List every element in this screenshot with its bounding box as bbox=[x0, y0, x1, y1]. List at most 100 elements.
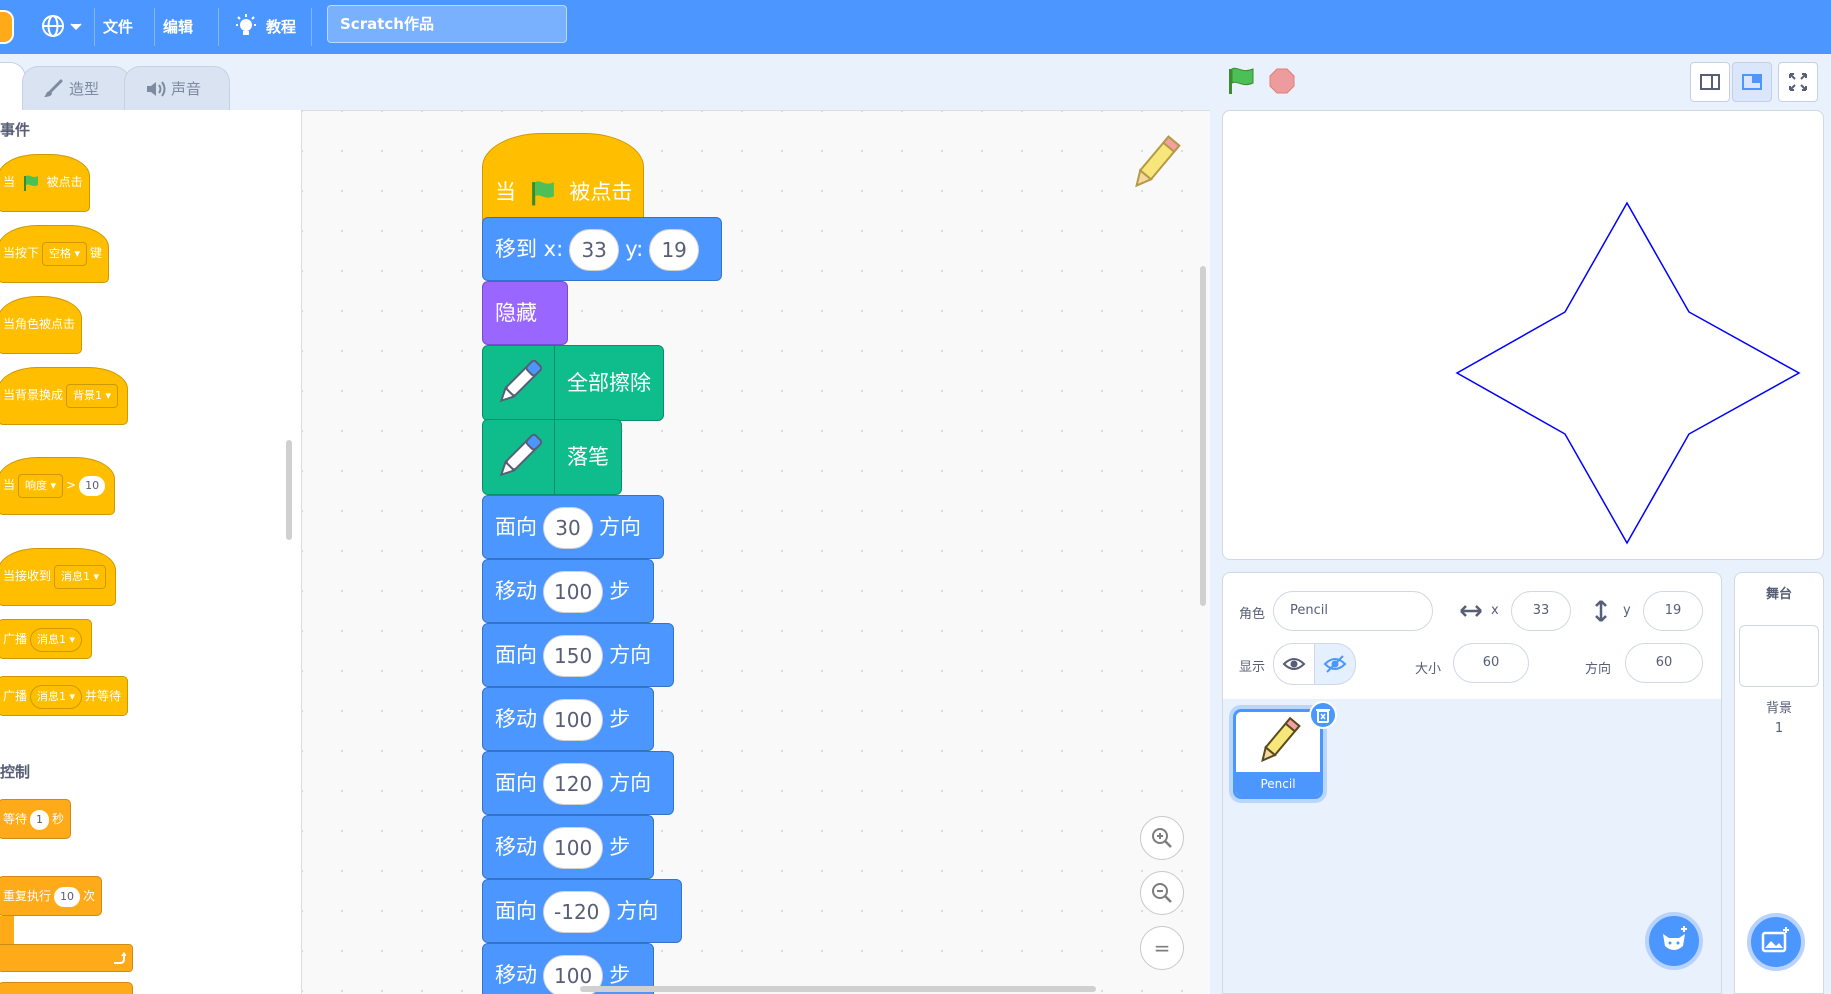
stage-title: 舞台 bbox=[1765, 587, 1792, 602]
edit-menu[interactable]: 编辑 bbox=[163, 0, 193, 54]
file-menu[interactable]: 文件 bbox=[103, 0, 133, 54]
direction-input[interactable]: 120 bbox=[543, 763, 604, 805]
block-text: 广播 bbox=[3, 689, 28, 703]
repeat-input[interactable]: 10 bbox=[54, 886, 81, 907]
steps-input[interactable]: 100 bbox=[543, 827, 604, 869]
block-wait[interactable]: 等待 1 秒 bbox=[0, 799, 72, 839]
scratch-logo[interactable] bbox=[0, 10, 14, 44]
block-text: 面向 bbox=[495, 643, 537, 667]
key-dropdown[interactable]: 空格 ▾ bbox=[42, 241, 88, 266]
block-text: 当接收到 bbox=[3, 569, 52, 583]
language-menu[interactable] bbox=[40, 13, 84, 41]
block-when-flag-clicked[interactable]: 当 被点击 bbox=[0, 154, 90, 212]
block-forever-partial[interactable] bbox=[0, 982, 133, 994]
backdrops-label: 背景 bbox=[1765, 701, 1792, 716]
block-text: 步 bbox=[609, 963, 631, 987]
tutorials-button[interactable]: 教程 bbox=[234, 0, 296, 54]
block-point-in-direction[interactable]: 面向 -120 方向 bbox=[482, 879, 682, 943]
zoom-out-button[interactable] bbox=[1140, 871, 1184, 915]
sprite-name-input[interactable]: Pencil bbox=[1273, 591, 1433, 631]
script-workspace[interactable]: 当 被点击 移到 x: 33 y: 19 隐藏 全部擦除 落笔 面向 30 方向… bbox=[302, 110, 1210, 994]
delete-sprite-button[interactable] bbox=[1309, 701, 1337, 729]
tab-costumes[interactable]: 造型 bbox=[22, 66, 130, 110]
steps-input[interactable]: 100 bbox=[543, 571, 604, 613]
block-point-in-direction[interactable]: 面向 150 方向 bbox=[482, 623, 674, 687]
sprite-thumbnail-pencil[interactable]: Pencil bbox=[1233, 709, 1323, 799]
block-move-steps[interactable]: 移动 100 步 bbox=[482, 559, 654, 623]
block-pen-down[interactable]: 落笔 bbox=[482, 419, 622, 495]
zoom-reset-button[interactable]: = bbox=[1140, 926, 1184, 970]
block-text: 重复执行 bbox=[3, 889, 52, 903]
direction-input[interactable]: 30 bbox=[543, 507, 593, 549]
block-move-steps[interactable]: 移动 100 步 bbox=[482, 687, 654, 751]
stop-button[interactable] bbox=[1268, 67, 1296, 95]
workspace-vertical-scrollbar[interactable] bbox=[1200, 266, 1206, 606]
add-sprite-button[interactable] bbox=[1645, 912, 1703, 970]
zoom-in-button[interactable] bbox=[1140, 816, 1184, 860]
message-dropdown[interactable]: 消息1 ▾ bbox=[54, 564, 107, 589]
wait-input[interactable]: 1 bbox=[30, 809, 50, 830]
block-when-sprite-clicked[interactable]: 当角色被点击 bbox=[0, 296, 83, 354]
y-input[interactable]: 19 bbox=[649, 229, 700, 271]
small-stage-button[interactable] bbox=[1690, 62, 1730, 102]
block-point-in-direction[interactable]: 面向 120 方向 bbox=[482, 751, 674, 815]
tab-sounds[interactable]: 声音 bbox=[124, 66, 230, 110]
pencil-costume-icon bbox=[1261, 716, 1301, 763]
loudness-input[interactable]: 10 bbox=[79, 475, 106, 496]
tutorials-label: 教程 bbox=[266, 18, 297, 36]
size-input[interactable]: 60 bbox=[1453, 643, 1529, 683]
hide-sprite-button[interactable] bbox=[1314, 643, 1356, 685]
block-broadcast-and-wait[interactable]: 广播 消息1 ▾ 并等待 bbox=[0, 676, 129, 716]
direction-input[interactable]: 60 bbox=[1625, 643, 1703, 683]
loudness-dropdown[interactable]: 响度 ▾ bbox=[18, 473, 64, 498]
message-dropdown[interactable]: 消息1 ▾ bbox=[30, 627, 83, 652]
block-when-receive[interactable]: 当接收到 消息1 ▾ bbox=[0, 548, 117, 606]
block-hide[interactable]: 隐藏 bbox=[482, 281, 568, 345]
block-point-in-direction[interactable]: 面向 30 方向 bbox=[482, 495, 664, 559]
steps-input[interactable]: 100 bbox=[543, 699, 604, 741]
block-palette: 事件 当 被点击 当按下 空格 ▾ 键 当角色被点击 当背景换成 背景1 ▾ 当响度 … bbox=[0, 110, 302, 994]
workspace-horizontal-scrollbar[interactable] bbox=[580, 986, 1096, 992]
backdrop-dropdown[interactable]: 背景1 ▾ bbox=[66, 383, 119, 408]
block-broadcast[interactable]: 广播 消息1 ▾ bbox=[0, 619, 93, 659]
block-repeat[interactable]: 重复执行 10 次 bbox=[0, 876, 103, 916]
block-pen-clear[interactable]: 全部擦除 bbox=[482, 345, 664, 421]
fullscreen-button[interactable] bbox=[1778, 62, 1818, 102]
sprite-pencil-icon bbox=[1135, 135, 1181, 188]
block-text: 方向 bbox=[609, 643, 652, 667]
project-title-input[interactable]: Scratch作品 bbox=[327, 5, 567, 43]
x-input[interactable]: 33 bbox=[569, 229, 620, 271]
message-value: 消息1 bbox=[37, 689, 67, 703]
message-value: 消息1 bbox=[37, 632, 67, 646]
block-when-key-pressed[interactable]: 当按下 空格 ▾ 键 bbox=[0, 225, 110, 283]
sprite-label: 角色 bbox=[1239, 607, 1266, 622]
add-backdrop-button[interactable] bbox=[1747, 913, 1805, 971]
block-go-to-xy[interactable]: 移到 x: 33 y: 19 bbox=[482, 217, 722, 281]
y-position-input[interactable]: 19 bbox=[1643, 591, 1703, 631]
palette-scrollbar[interactable] bbox=[286, 440, 292, 540]
eye-slash-icon bbox=[1323, 655, 1347, 673]
menu-separator bbox=[94, 8, 95, 46]
direction-input[interactable]: -120 bbox=[543, 891, 611, 933]
block-move-steps[interactable]: 移动 100 步 bbox=[482, 815, 654, 879]
normal-stage-button[interactable] bbox=[1732, 62, 1772, 102]
block-text: 当 bbox=[3, 175, 16, 189]
stage-thumbnail[interactable] bbox=[1739, 625, 1819, 687]
green-flag-button[interactable] bbox=[1226, 66, 1256, 96]
stage-canvas[interactable] bbox=[1222, 110, 1824, 560]
direction-input[interactable]: 150 bbox=[543, 635, 604, 677]
block-text: 并等待 bbox=[85, 689, 122, 703]
menu-separator bbox=[311, 8, 312, 46]
direction-label: 方向 bbox=[1585, 662, 1612, 677]
block-text: 面向 bbox=[495, 899, 537, 923]
block-when-backdrop-switches[interactable]: 当背景换成 背景1 ▾ bbox=[0, 367, 129, 425]
x-position-input[interactable]: 33 bbox=[1511, 591, 1571, 631]
pen-extension-icon bbox=[483, 420, 555, 494]
block-text: 被点击 bbox=[569, 180, 633, 204]
block-text: 方向 bbox=[616, 899, 659, 923]
block-when-loudness[interactable]: 当响度 ▾ >10 bbox=[0, 457, 116, 515]
message-dropdown[interactable]: 消息1 ▾ bbox=[30, 684, 83, 709]
stage-selector-panel[interactable]: 舞台 背景 1 bbox=[1734, 572, 1824, 994]
block-text: 次 bbox=[83, 889, 96, 903]
show-sprite-button[interactable] bbox=[1273, 643, 1315, 685]
